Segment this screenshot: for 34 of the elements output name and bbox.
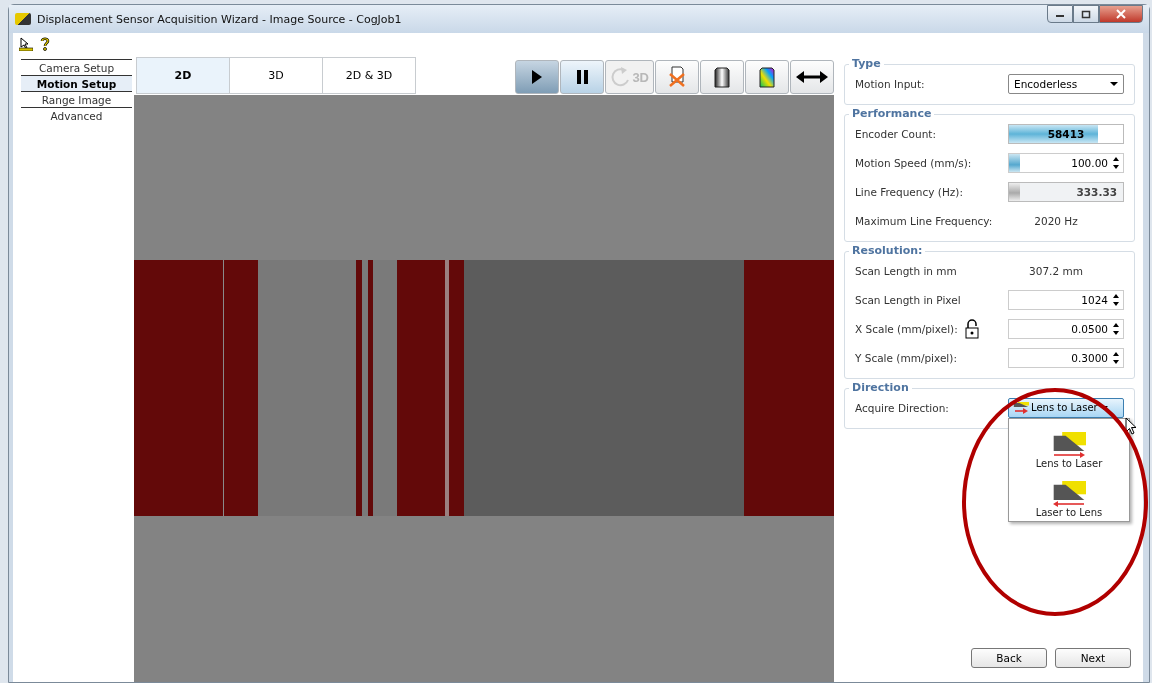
number-field[interactable]: 100.00 <box>1008 152 1124 173</box>
value-text: 2020 Hz <box>1033 213 1079 229</box>
value-text: 307.2 mm <box>1028 263 1084 279</box>
window-title: Displacement Sensor Acquisition Wizard - Image Source - CogJob1 <box>37 12 402 26</box>
number-field[interactable]: 1024 <box>1008 289 1124 310</box>
view-tab[interactable]: 2D <box>136 57 230 94</box>
field-label: Y Scale (mm/pixel): <box>855 351 957 364</box>
number-field[interactable]: 0.0500 <box>1008 318 1124 339</box>
group-title: Type <box>849 57 884 70</box>
field-label: Scan Length in Pixel <box>855 293 961 306</box>
view-tab[interactable]: 3D <box>230 57 323 94</box>
nav-item[interactable]: Motion Setup <box>21 75 132 91</box>
menu-item[interactable]: Laser to Lens <box>1009 469 1129 519</box>
wizard-button[interactable]: Back <box>971 648 1047 668</box>
field-label: Line Frequency (Hz): <box>855 185 963 198</box>
field-label: Maximum Line Frequency: <box>855 214 993 227</box>
nav-item[interactable]: Advanced <box>21 107 132 123</box>
group-title: Direction <box>849 381 912 394</box>
field-label: X Scale (mm/pixel): <box>855 322 958 335</box>
nav-item[interactable]: Range Image <box>21 91 132 107</box>
dropdown[interactable]: Encoderless <box>1008 73 1124 94</box>
menu-item[interactable]: Lens to Laser <box>1009 420 1129 470</box>
group-title: Resolution: <box>849 244 926 257</box>
readonly-field: 333.33 <box>1008 181 1124 202</box>
wizard-button[interactable]: Next <box>1055 648 1131 668</box>
group-title: Performance <box>849 107 935 120</box>
field-label: Encoder Count: <box>855 127 936 140</box>
progress-meter: 58413 <box>1008 123 1124 144</box>
view-tab[interactable]: 2D & 3D <box>323 57 416 94</box>
field-label: Motion Input: <box>855 77 925 90</box>
field-label: Scan Length in mm <box>855 264 957 277</box>
number-field[interactable]: 0.3000 <box>1008 347 1124 368</box>
field-label: Motion Speed (mm/s): <box>855 156 972 169</box>
field-label: Acquire Direction: <box>855 401 949 414</box>
